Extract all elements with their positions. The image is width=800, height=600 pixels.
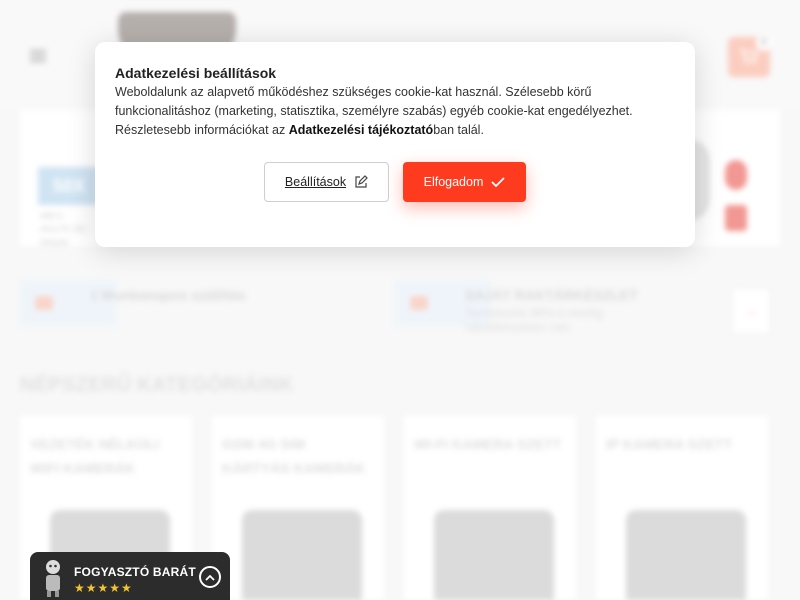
settings-button[interactable]: Beállítások <box>264 162 389 202</box>
consumer-friendly-badge[interactable]: FOGYASZTÓ BARÁT ★★★★★ <box>30 552 230 600</box>
page: 0 50X Wifi 5 · 4G/LTE SD kártyás 1 Munka… <box>0 0 800 600</box>
cookie-consent-modal: Adatkezelési beállítások Weboldalunk az … <box>95 42 695 247</box>
edit-icon <box>355 175 368 188</box>
rating-stars: ★★★★★ <box>74 581 133 595</box>
badge-name: FOGYASZTÓ BARÁT <box>74 565 196 579</box>
accept-button[interactable]: Elfogadom <box>403 162 526 202</box>
mascot-icon <box>46 560 60 597</box>
consent-title: Adatkezelési beállítások <box>115 65 277 81</box>
accept-button-label: Elfogadom <box>423 175 484 189</box>
consent-text-part2: ban talál. <box>433 123 484 137</box>
consent-text: Weboldalunk az alapvető működéshez szüks… <box>115 83 675 140</box>
chevron-up-icon[interactable] <box>199 566 221 588</box>
settings-button-label: Beállítások <box>284 175 347 189</box>
privacy-policy-link[interactable]: Adatkezelési tájékoztató <box>289 123 434 137</box>
checkmark-icon <box>491 177 506 188</box>
